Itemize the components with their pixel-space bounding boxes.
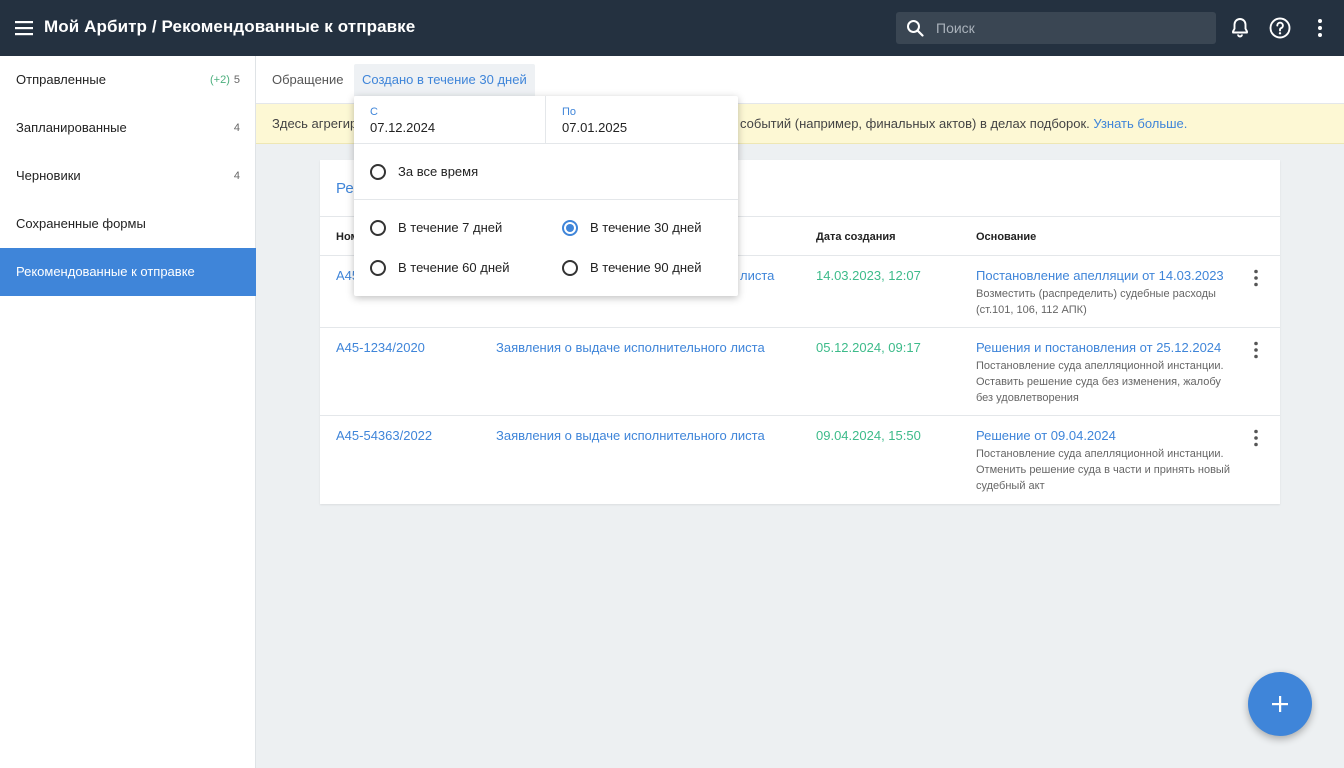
table-row: А45-54363/2022 Заявления о выдаче исполн…: [320, 416, 1280, 504]
date-from-input[interactable]: [370, 120, 530, 135]
basis-link[interactable]: Постановление апелляции от 14.03.2023: [976, 268, 1224, 283]
more-vertical-icon[interactable]: [1308, 16, 1332, 40]
document-type-link[interactable]: Заявления о выдаче исполнительного листа: [496, 428, 765, 443]
row-menu-icon[interactable]: [1246, 268, 1266, 288]
sidebar-item-scheduled[interactable]: Запланированные 4: [0, 104, 256, 152]
document-type-link[interactable]: листа: [740, 268, 774, 283]
sidebar-item-label: Рекомендованные к отправке: [16, 264, 195, 279]
banner-text-start: Здесь агрегир: [272, 116, 358, 131]
page-title: Мой Арбитр / Рекомендованные к отправке: [44, 17, 416, 36]
help-icon[interactable]: [1268, 16, 1292, 40]
radio-label: В течение 30 дней: [590, 220, 702, 235]
date-to-field: По: [546, 96, 738, 144]
menu-icon[interactable]: [14, 18, 34, 38]
case-number-link[interactable]: А45-1234/2020: [336, 340, 425, 355]
basis-description: Постановление суда апелляционной инстанц…: [976, 448, 1230, 492]
table-row: А45-1234/2020 Заявления о выдаче исполни…: [320, 328, 1280, 416]
basis-link[interactable]: Решения и постановления от 25.12.2024: [976, 340, 1221, 355]
radio-label: В течение 60 дней: [398, 260, 510, 275]
search-icon: [907, 20, 924, 37]
column-header-date: Дата создания: [816, 231, 896, 243]
sidebar-item-label: Отправленные: [16, 72, 106, 87]
sidebar-item-recommended[interactable]: Рекомендованные к отправке: [0, 248, 256, 296]
plus-icon: [1272, 696, 1288, 712]
search-box: [896, 12, 1216, 44]
basis-link[interactable]: Решение от 09.04.2024: [976, 428, 1116, 443]
date-to-input[interactable]: [562, 120, 722, 135]
sidebar-item-sent[interactable]: Отправленные (+2) 5: [0, 56, 256, 104]
sidebar-item-drafts[interactable]: Черновики 4: [0, 152, 256, 200]
bell-icon[interactable]: [1228, 16, 1252, 40]
radio-label: В течение 90 дней: [590, 260, 702, 275]
tab-created-period[interactable]: Создано в течение 30 дней: [354, 64, 535, 96]
radio-label: В течение 7 дней: [398, 220, 503, 235]
sidebar-item-label: Черновики: [16, 168, 81, 183]
radio-button[interactable]: [370, 220, 386, 236]
divider: [354, 199, 738, 200]
date-from-field: С: [354, 96, 546, 144]
banner-text-end: событий (например, финальных актов) в де…: [740, 116, 1187, 131]
sidebar-item-count: (+2) 5: [210, 74, 240, 86]
row-menu-icon[interactable]: [1246, 428, 1266, 448]
learn-more-link[interactable]: Узнать больше.: [1093, 116, 1187, 131]
date-filter-dropdown: С По За все время В течение 7 дней В теч…: [354, 96, 738, 296]
count-value: 5: [233, 74, 240, 86]
add-button[interactable]: [1248, 672, 1312, 736]
sidebar-item-count: 4: [233, 122, 240, 134]
case-number-link[interactable]: А45-54363/2022: [336, 428, 432, 443]
sidebar-item-saved-forms[interactable]: Сохраненные формы: [0, 200, 256, 248]
sidebar-item-label: Сохраненные формы: [16, 216, 146, 231]
banner-text: событий (например, финальных актов) в де…: [740, 116, 1090, 131]
top-bar: Мой Арбитр / Рекомендованные к отправке: [0, 0, 1344, 56]
row-menu-icon[interactable]: [1246, 340, 1266, 360]
search-input[interactable]: [936, 12, 1206, 44]
created-date: 05.12.2024, 09:17: [816, 340, 921, 355]
radio-button[interactable]: [370, 260, 386, 276]
radio-label: За все время: [398, 164, 479, 179]
radio-button-checked[interactable]: [562, 220, 578, 236]
created-date: 14.03.2023, 12:07: [816, 268, 921, 283]
card-title: Ре: [336, 180, 354, 197]
sidebar: Отправленные (+2) 5 Запланированные 4 Чер…: [0, 56, 256, 768]
basis-description: Постановление суда апелляционной инстанц…: [976, 360, 1224, 404]
document-type-link[interactable]: Заявления о выдаче исполнительного листа: [496, 340, 765, 355]
sidebar-item-count: 4: [233, 170, 240, 182]
sidebar-item-label: Запланированные: [16, 120, 127, 135]
new-count-badge: (+2): [210, 74, 230, 86]
created-date: 09.04.2024, 15:50: [816, 428, 921, 443]
radio-button[interactable]: [370, 164, 386, 180]
date-to-label: По: [562, 106, 577, 118]
tab-appeal[interactable]: Обращение: [264, 64, 351, 96]
radio-button[interactable]: [562, 260, 578, 276]
basis-description: Возместить (распределить) судебные расхо…: [976, 288, 1216, 316]
column-header-basis: Основание: [976, 231, 1037, 243]
divider: [354, 143, 738, 144]
date-from-label: С: [370, 106, 378, 118]
